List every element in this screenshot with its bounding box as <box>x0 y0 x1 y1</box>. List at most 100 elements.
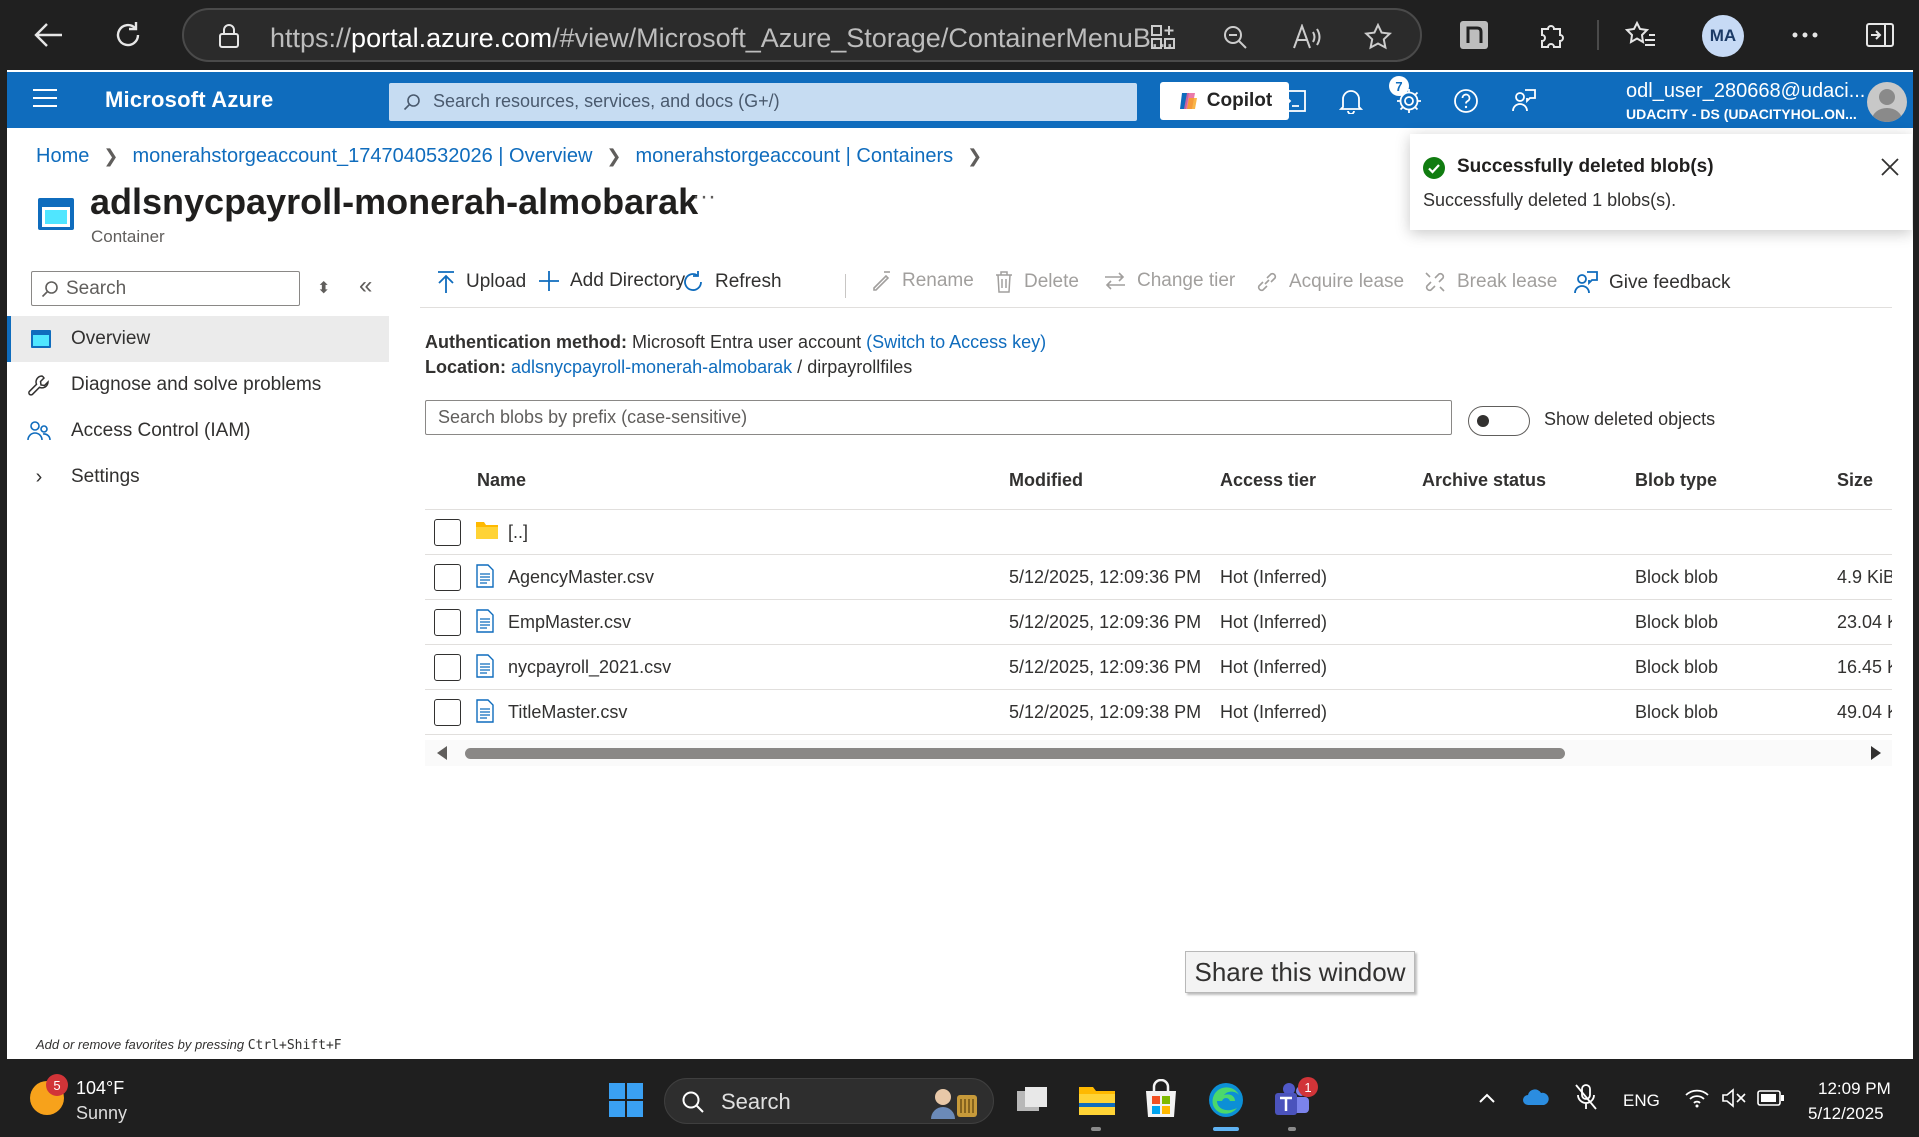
input-language[interactable]: ENG <box>1623 1091 1660 1111</box>
column-header-archive-status[interactable]: Archive status <box>1422 470 1546 491</box>
column-header-modified[interactable]: Modified <box>1009 470 1083 491</box>
column-header-blob-type[interactable]: Blob type <box>1635 470 1717 491</box>
upload-button[interactable]: Upload <box>436 270 526 294</box>
switch-to-access-key-link[interactable]: (Switch to Access key) <box>866 332 1046 352</box>
expand-collapse-icon[interactable]: ⬍ <box>317 278 330 298</box>
location-line: Location: adlsnycpayroll-monerah-almobar… <box>425 357 912 378</box>
row-checkbox[interactable] <box>434 699 461 726</box>
row-checkbox[interactable] <box>434 654 461 681</box>
extensions-button[interactable] <box>1531 14 1573 56</box>
show-deleted-toggle[interactable] <box>1468 406 1530 436</box>
favorites-hint: Add or remove favorites by pressing Ctrl… <box>36 1037 342 1053</box>
notifications-button[interactable] <box>1334 84 1368 118</box>
reload-button[interactable] <box>107 14 149 56</box>
read-aloud-icon[interactable] <box>1292 24 1322 50</box>
trash-icon <box>996 271 1012 293</box>
menu-search-input[interactable]: Search <box>31 271 300 306</box>
file-explorer-icon[interactable] <box>1076 1079 1118 1121</box>
rename-button[interactable]: Rename <box>870 270 974 292</box>
table-row[interactable]: AgencyMaster.csv 5/12/2025, 12:09:36 PM … <box>425 554 1892 599</box>
zoom-icon[interactable] <box>1222 24 1248 50</box>
auth-method-line: Authentication method: Microsoft Entra u… <box>425 332 1046 353</box>
blob-name[interactable]: AgencyMaster.csv <box>508 567 654 588</box>
column-header-access-tier[interactable]: Access tier <box>1220 470 1316 491</box>
collapse-menu-icon[interactable]: « <box>359 272 372 300</box>
give-feedback-button[interactable]: Give feedback <box>1573 270 1730 296</box>
close-icon[interactable] <box>1877 154 1903 180</box>
copilot-button[interactable]: Copilot <box>1160 82 1289 120</box>
user-email[interactable]: odl_user_280668@udaci... <box>1626 80 1865 103</box>
user-avatar[interactable] <box>1867 82 1907 122</box>
extension-n-button[interactable] <box>1453 14 1495 56</box>
global-search-placeholder: Search resources, services, and docs (G+… <box>433 91 780 111</box>
battery-icon[interactable] <box>1757 1089 1785 1107</box>
browser-menu-button[interactable] <box>1784 14 1826 56</box>
sidebar-item-settings[interactable]: › Settings <box>7 454 389 500</box>
favorites-button[interactable] <box>1620 14 1662 56</box>
column-header-size[interactable]: Size <box>1837 470 1873 491</box>
portal-menu-button[interactable] <box>33 89 57 111</box>
task-view-icon[interactable] <box>1011 1079 1053 1121</box>
location-folder: dirpayrollfiles <box>807 357 913 377</box>
breadcrumb-home[interactable]: Home <box>36 145 89 168</box>
wifi-icon[interactable] <box>1684 1088 1710 1108</box>
sidebar-toggle-button[interactable] <box>1859 14 1901 56</box>
breadcrumb-containers[interactable]: monerahstorgeaccount | Containers <box>636 145 954 168</box>
add-directory-button[interactable]: Add Directory <box>538 270 685 292</box>
delete-button[interactable]: Delete <box>994 270 1079 294</box>
horizontal-scrollbar[interactable] <box>425 740 1892 766</box>
address-bar[interactable]: https://portal.azure.com/#view/Microsoft… <box>182 8 1422 62</box>
help-button[interactable] <box>1449 84 1483 118</box>
clock-date[interactable]: 5/12/2025 <box>1808 1104 1884 1124</box>
share-this-window-button[interactable]: Share this window <box>1185 951 1415 993</box>
global-search-input[interactable]: Search resources, services, and docs (G+… <box>389 83 1137 121</box>
table-row[interactable]: EmpMaster.csv 5/12/2025, 12:09:36 PM Hot… <box>425 599 1892 644</box>
sidebar-item-label: Overview <box>71 328 151 349</box>
weather-temperature[interactable]: 104°F <box>76 1078 124 1099</box>
clock-time[interactable]: 12:09 PM <box>1818 1079 1891 1099</box>
taskbar-search[interactable]: Search <box>664 1078 994 1124</box>
azure-brand[interactable]: Microsoft Azure <box>105 87 273 113</box>
edge-browser-icon[interactable] <box>1205 1079 1247 1121</box>
profile-avatar[interactable]: MA <box>1702 15 1744 57</box>
table-row[interactable]: nycpayroll_2021.csv 5/12/2025, 12:09:36 … <box>425 644 1892 689</box>
location-container-link[interactable]: adlsnycpayroll-monerah-almobarak <box>511 357 792 377</box>
onedrive-icon[interactable] <box>1522 1087 1550 1107</box>
microsoft-store-icon[interactable] <box>1140 1079 1182 1121</box>
row-checkbox[interactable] <box>434 609 461 636</box>
breadcrumb-storage-account[interactable]: monerahstorgeaccount_1747040532026 | Ove… <box>132 145 592 168</box>
blob-prefix-search-input[interactable]: Search blobs by prefix (case-sensitive) <box>425 400 1452 435</box>
acquire-lease-button[interactable]: Acquire lease <box>1255 270 1404 294</box>
weather-condition[interactable]: Sunny <box>76 1103 127 1124</box>
row-checkbox[interactable] <box>434 519 461 546</box>
feedback-button[interactable] <box>1507 84 1541 118</box>
table-row-parent[interactable]: [..] <box>425 509 1892 554</box>
favorite-star-icon[interactable] <box>1364 23 1392 51</box>
change-tier-button[interactable]: Change tier <box>1103 270 1235 292</box>
speaker-muted-icon[interactable] <box>1721 1088 1747 1108</box>
parent-directory-link[interactable]: [..] <box>508 522 528 543</box>
sidebar-item-overview[interactable]: Overview <box>7 316 389 362</box>
blob-name[interactable]: TitleMaster.csv <box>508 702 627 723</box>
sidebar-item-diagnose[interactable]: Diagnose and solve problems <box>7 362 389 408</box>
break-lease-button[interactable]: Break lease <box>1423 270 1557 294</box>
row-checkbox[interactable] <box>434 564 461 591</box>
more-options-button[interactable]: ··· <box>692 183 716 211</box>
blob-name[interactable]: nycpayroll_2021.csv <box>508 657 671 678</box>
back-button[interactable] <box>28 14 70 56</box>
sidebar-item-label: Settings <box>71 466 140 487</box>
people-icon <box>27 421 51 441</box>
chevron-up-icon[interactable] <box>1478 1092 1496 1104</box>
refresh-button[interactable]: Refresh <box>681 270 782 294</box>
blob-name[interactable]: EmpMaster.csv <box>508 612 631 633</box>
sidebar-item-iam[interactable]: Access Control (IAM) <box>7 408 389 454</box>
command-bar: Upload Add Directory Refresh Rename Dele… <box>420 260 1892 308</box>
column-header-name[interactable]: Name <box>477 470 526 491</box>
settings-button[interactable] <box>1392 84 1426 118</box>
table-row[interactable]: TitleMaster.csv 5/12/2025, 12:09:38 PM H… <box>425 689 1892 734</box>
app-available-icon[interactable] <box>1150 24 1176 50</box>
cloud-shell-button[interactable] <box>1276 84 1310 118</box>
microphone-muted-icon[interactable] <box>1574 1083 1598 1111</box>
windows-start-icon[interactable] <box>605 1079 647 1121</box>
user-tenant[interactable]: UDACITY - DS (UDACITYHOL.ON... <box>1626 106 1857 122</box>
